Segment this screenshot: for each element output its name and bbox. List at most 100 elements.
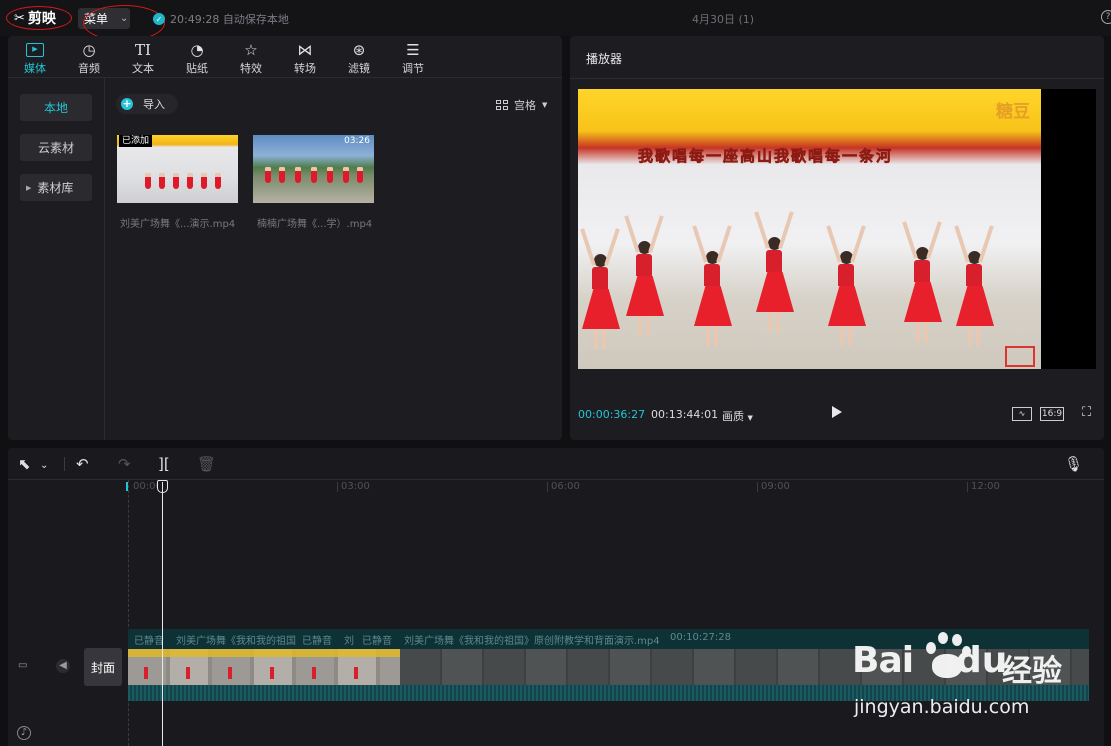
caret-down-icon: ▼ xyxy=(542,101,548,109)
autosave-text: 20:49:28 自动保存本地 xyxy=(170,13,289,26)
help-icon[interactable]: ? xyxy=(1101,10,1111,24)
dancer-figure xyxy=(311,167,317,183)
dancer-figure xyxy=(954,225,994,346)
filter-icon: ⊛ xyxy=(352,41,366,59)
tab-sticker[interactable]: ◔ 贴纸 xyxy=(170,36,224,77)
tab-label: 文本 xyxy=(132,62,154,75)
added-badge: 已添加 xyxy=(119,135,153,147)
tab-label: 调节 xyxy=(402,62,424,75)
tab-transition[interactable]: ⋈ 转场 xyxy=(278,36,332,77)
split-icon[interactable]: ][ xyxy=(158,455,170,473)
tab-media[interactable]: ▶ 媒体 xyxy=(8,36,62,77)
dancer-figure xyxy=(187,173,193,189)
dancer-figure xyxy=(295,167,301,183)
tab-effects[interactable]: ☆ 特效 xyxy=(224,36,278,77)
cover-button[interactable]: 封面 xyxy=(84,648,122,686)
ruler-label: 03:00 xyxy=(341,481,370,492)
audio-track-icon: ♪ xyxy=(17,726,31,740)
muted-label: 已静音 xyxy=(134,636,164,647)
media-icon: ▶ xyxy=(26,43,44,57)
fullscreen-icon[interactable]: ⛶ xyxy=(1082,406,1096,420)
media-filename-2: 楠楠广场舞《...学）.mp4 xyxy=(257,219,373,230)
microphone-icon[interactable]: 🎙 xyxy=(1064,455,1083,473)
effects-icon: ☆ xyxy=(244,41,258,59)
timeline-start-marker xyxy=(126,482,128,491)
top-bar: ✂ 剪映 菜单 ⌄ ✓ 20:49:28 自动保存本地 4月30日 (1) ? xyxy=(0,0,1111,41)
media-thumbnail-2[interactable]: 03:26 xyxy=(253,135,374,203)
video-preview[interactable]: 糖豆 我歌唱每一座高山我歌唱每一条河 xyxy=(578,89,1096,369)
view-mode-label: 宫格 xyxy=(514,99,536,112)
annotation-circle-logo xyxy=(6,6,72,30)
player-title: 播放器 xyxy=(586,52,623,66)
tab-adjust[interactable]: ☰ 调节 xyxy=(386,36,440,77)
project-title[interactable]: 4月30日 (1) xyxy=(692,11,754,27)
tab-text[interactable]: TI 文本 xyxy=(116,36,170,77)
media-thumbnail-1[interactable]: 已添加 xyxy=(117,135,238,203)
dancer-figure xyxy=(826,225,866,346)
tab-label: 音频 xyxy=(78,62,100,75)
tab-filter[interactable]: ⊛ 滤镜 xyxy=(332,36,386,77)
dancer-figure xyxy=(580,228,620,349)
sidebar-item-library[interactable]: ▶ 素材库 xyxy=(20,174,92,201)
dancer-figure xyxy=(265,167,271,183)
baidu-logo-text: Bai xyxy=(852,640,914,681)
ruler-label: 12:00 xyxy=(971,481,1000,492)
mute-icon[interactable]: ◀ xyxy=(56,659,70,673)
tab-audio[interactable]: ◷ 音频 xyxy=(62,36,116,77)
undo-icon[interactable]: ↶ xyxy=(76,455,89,473)
dancer-figure xyxy=(159,173,165,189)
dancer-figure xyxy=(754,211,794,332)
ruler-tick xyxy=(757,482,758,492)
divider xyxy=(64,457,65,471)
select-cursor-icon[interactable]: ⬉ xyxy=(18,455,31,473)
clip-title: 刘美广场舞《我和我的祖国 xyxy=(176,636,296,647)
media-filename-1: 刘美广场舞《...演示.mp4 xyxy=(120,219,236,230)
text-icon: TI xyxy=(135,41,151,59)
dancer-figure xyxy=(173,173,179,189)
dancer-figure xyxy=(343,167,349,183)
clip-title: 刘美广场舞《我和我的祖国》原创附教学和背面演示.mp4 xyxy=(404,636,660,647)
duration-label: 03:26 xyxy=(344,136,370,146)
ruler-label: 06:00 xyxy=(551,481,580,492)
sidebar-item-cloud[interactable]: 云素材 xyxy=(20,134,92,161)
media-sidebar: 本地 云素材 ▶ 素材库 xyxy=(8,78,105,440)
dancer-figure xyxy=(201,173,207,189)
ruler-tick xyxy=(337,482,338,492)
sidebar-item-local[interactable]: 本地 xyxy=(20,94,92,121)
ruler-label: 09:00 xyxy=(761,481,790,492)
dancer-figure xyxy=(902,221,942,342)
video-track-icon: ▭ xyxy=(18,660,28,671)
quality-label: 画质 xyxy=(722,410,744,423)
play-icon[interactable] xyxy=(832,406,842,418)
chevron-down-icon[interactable]: ⌄ xyxy=(40,457,48,475)
import-label: 导入 xyxy=(143,98,165,111)
autosave-status: ✓ 20:49:28 自动保存本地 xyxy=(153,11,289,27)
baidu-logo-text-2: du xyxy=(956,640,1008,681)
media-tabs: ▶ 媒体 ◷ 音频 TI 文本 ◔ 贴纸 ☆ 特效 ⋈ 转场 ⊛ 滤镜 ☰ 调节 xyxy=(8,36,562,78)
current-time: 00:00:36:27 xyxy=(578,408,646,421)
video-watermark: 糖豆 xyxy=(996,102,1030,122)
tab-label: 媒体 xyxy=(24,62,46,75)
tab-label: 贴纸 xyxy=(186,62,208,75)
dancer-figure xyxy=(145,173,151,189)
dancer-figure xyxy=(692,225,732,346)
aspect-ratio-button[interactable]: 16:9 xyxy=(1040,407,1064,421)
grid-icon xyxy=(496,100,508,110)
expand-arrow-icon: ▶ xyxy=(26,183,32,192)
import-button[interactable]: + 导入 xyxy=(116,94,178,114)
sidebar-item-label: 素材库 xyxy=(37,181,74,195)
logo-stamp xyxy=(1005,346,1035,367)
playhead[interactable] xyxy=(162,482,163,746)
view-mode-dropdown[interactable]: 宫格 ▼ xyxy=(496,97,547,113)
muted-label: 已静音 xyxy=(362,636,392,647)
ruler-tick xyxy=(967,482,968,492)
redo-icon[interactable]: ↷ xyxy=(118,455,131,473)
clip-duration: 00:10:27:28 xyxy=(670,632,732,643)
plus-icon: + xyxy=(121,97,133,110)
quality-dropdown[interactable]: 画质 ▼ xyxy=(722,408,753,424)
delete-icon[interactable]: 🗑 xyxy=(197,455,216,473)
media-panel: ▶ 媒体 ◷ 音频 TI 文本 ◔ 贴纸 ☆ 特效 ⋈ 转场 ⊛ 滤镜 ☰ 调节 xyxy=(8,36,562,440)
tab-label: 滤镜 xyxy=(348,62,370,75)
waveform-icon[interactable]: ∿ xyxy=(1012,407,1032,421)
check-icon: ✓ xyxy=(153,13,165,25)
